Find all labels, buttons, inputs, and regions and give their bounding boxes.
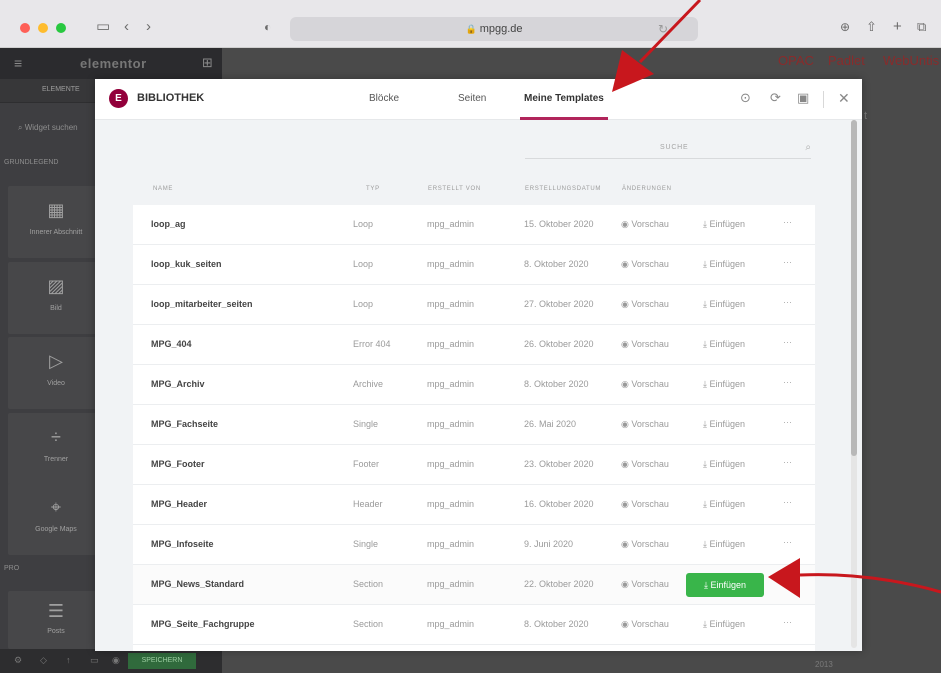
annotation-arrow-tab-head: [612, 50, 654, 92]
annotation-arrows: [612, 0, 941, 598]
annotation-arrow-tab-shaft: [638, 0, 702, 64]
annotation-arrow-insert-head: [768, 558, 800, 598]
annotation-arrow-insert-shaft: [799, 573, 941, 594]
